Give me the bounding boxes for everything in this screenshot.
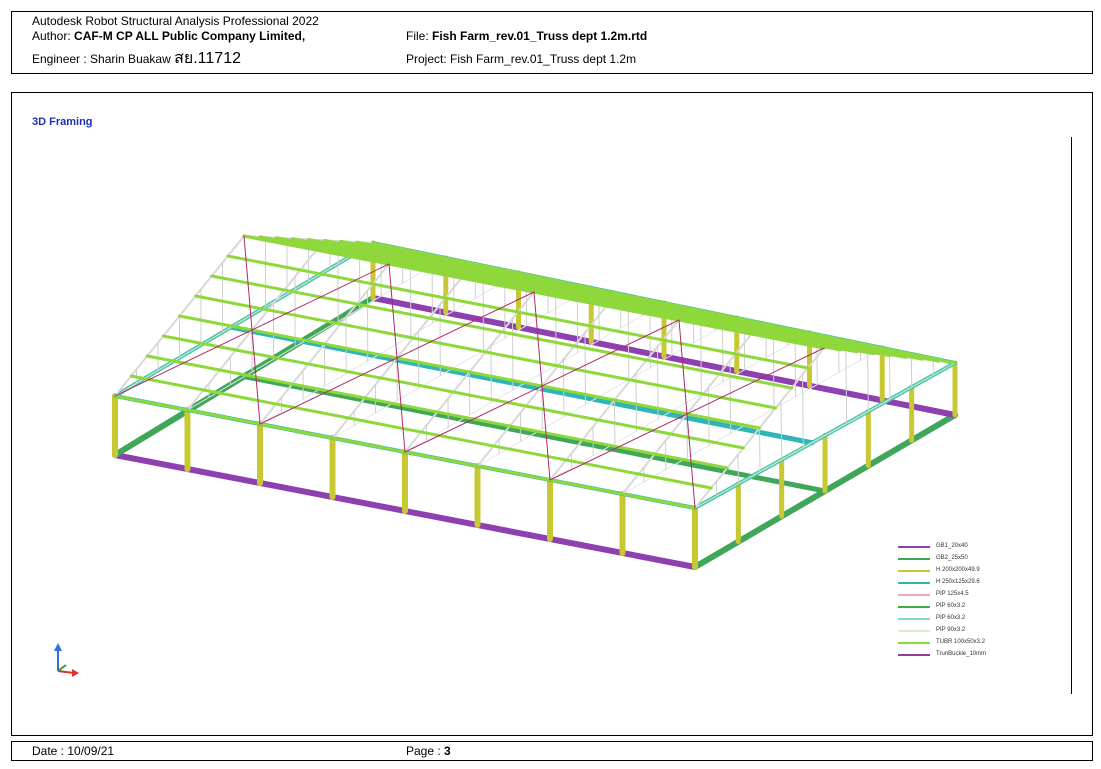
file-label: File: [406,29,429,43]
author-label: Author: [32,29,71,43]
legend-label: H 250x125x29.6 [936,579,980,585]
legend-label: H 200x200x49.9 [936,567,980,573]
legend-label: GB1_20x40 [936,543,968,549]
legend-label: PIP 125x4.5 [936,591,969,597]
legend-swatch [898,642,930,644]
engineer-license: สย.11712 [174,50,241,67]
axis-triad-icon [54,643,79,677]
author-line: Author: CAF-M CP ALL Public Company Limi… [32,29,305,43]
legend-label: PIP 90x3.2 [936,627,966,633]
project-label: Project: [406,52,447,66]
legend-swatch [898,546,930,548]
truss-web [780,400,783,461]
legend-swatch [898,618,930,620]
page-line: Page : 3 [406,744,451,758]
header-block: Autodesk Robot Structural Analysis Profe… [11,11,1093,74]
footer-block: Date : 10/09/21 Page : 3 [11,741,1093,761]
legend-label: GB2_25x50 [936,555,968,561]
legend-swatch [898,558,930,560]
truss-web [794,338,797,398]
truss-web [759,427,761,473]
purlin [210,274,794,390]
file-line: File: Fish Farm_rev.01_Truss dept 1.2m.r… [406,29,647,43]
structural-model-3d[interactable] [12,93,1092,735]
engineer-line: Engineer : Sharin Buakaw สย.11712 [32,50,241,67]
truss-bottom-chord [622,347,883,495]
legend-label: PIP 60x3.2 [936,603,966,609]
roof-purlins [113,234,957,510]
date-label: Date : 10/09/21 [32,744,115,758]
legend-label: TUBR 100x50x3.2 [936,639,986,645]
page-value: 3 [444,744,451,758]
legend-swatch [898,594,930,596]
author-value: CAF-M CP ALL Public Company Limited, [74,29,306,43]
legend-swatch [898,654,930,656]
project-line: Project: Fish Farm_rev.01_Truss dept 1.2… [406,52,636,66]
legend-swatch [898,570,930,572]
file-value: Fish Farm_rev.01_Truss dept 1.2m.rtd [432,29,648,43]
truss-web [700,321,702,395]
drawing-area: 3D Framing GB1_20x40 GB2_25x50 H 200x200x4… [11,92,1093,736]
truss-web [845,350,848,424]
legend-swatch [898,630,930,632]
app-title: Autodesk Robot Structural Analysis Profe… [32,14,319,28]
legend-swatch [898,582,930,584]
truss-web [889,355,891,400]
engineer-label: Engineer : Sharin Buakaw [32,52,171,66]
purlin [129,374,713,490]
project-value: Fish Farm_rev.01_Truss dept 1.2m [450,52,637,66]
legend-label: TrunBuckle_10mm [936,651,987,657]
page-label: Page : [406,744,441,758]
legend-swatch [898,606,930,608]
legend-label: PIP 60x3.2 [936,615,966,621]
truss-web [867,352,869,412]
